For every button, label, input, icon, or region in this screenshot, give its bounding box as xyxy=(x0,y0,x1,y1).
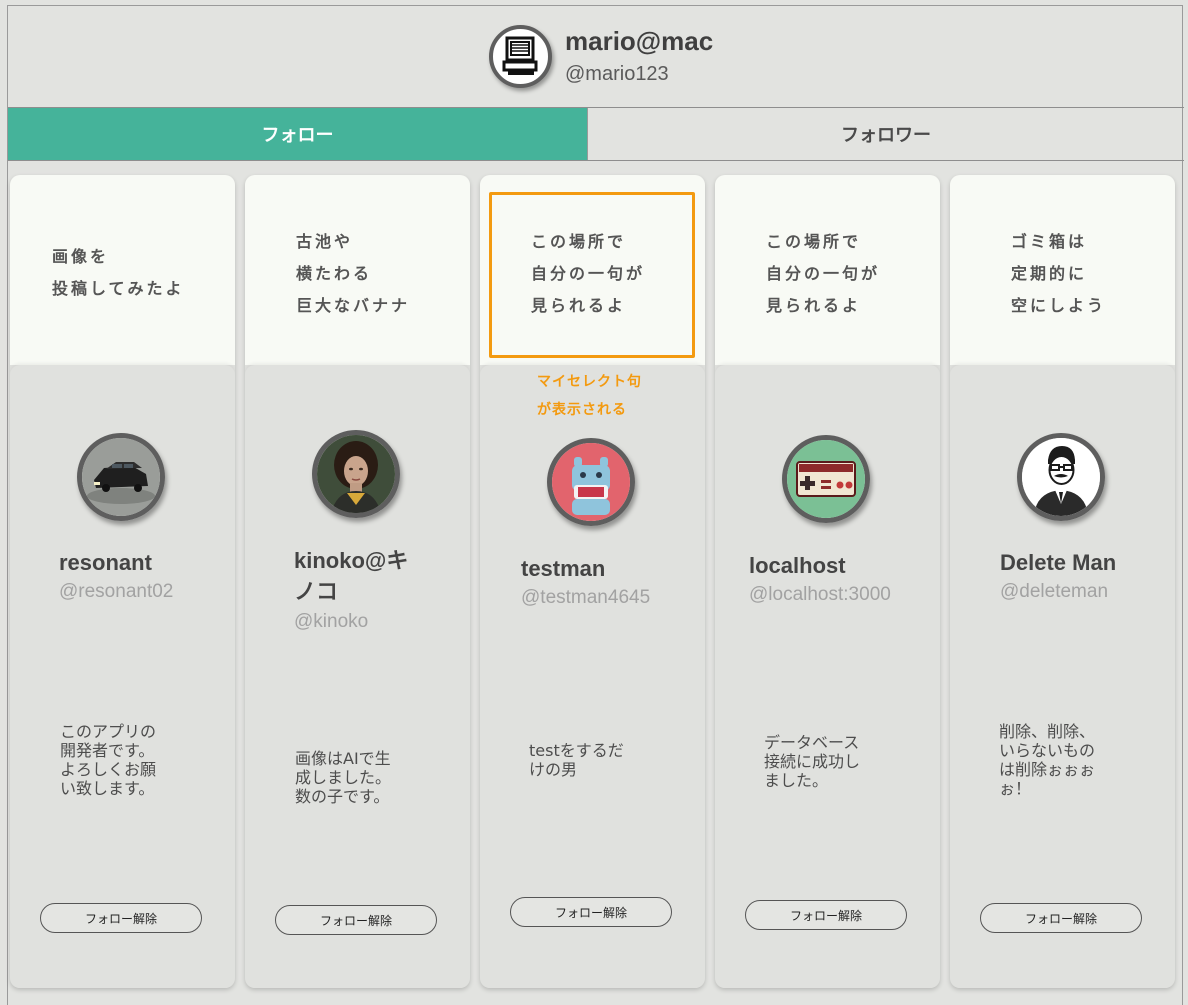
bio-line: は削除ぉぉぉ xyxy=(999,760,1096,779)
user-bio: データベース 接続に成功し ました。 xyxy=(764,733,884,790)
select-phrase: 画像を 投稿してみたよ xyxy=(52,241,185,305)
tab-follow[interactable]: フォロー xyxy=(8,108,587,160)
bio-line: 数の子です。 xyxy=(295,787,390,806)
user-name[interactable]: localhost xyxy=(749,550,846,581)
bio-line: よろしくお願 xyxy=(60,760,157,779)
phrase-line: 横たわる xyxy=(296,264,373,283)
user-avatar[interactable] xyxy=(782,435,870,523)
unfollow-button[interactable]: フォロー解除 xyxy=(40,903,202,933)
select-phrase-area: 画像を 投稿してみたよ xyxy=(10,175,235,365)
select-phrase: ゴミ箱は 定期的に 空にしよう xyxy=(1011,226,1106,322)
select-phrase-area: この場所で 自分の一句が 見られるよ xyxy=(715,175,940,365)
bio-line: いらないもの xyxy=(999,741,1096,760)
profile-header: mario@mac @mario123 xyxy=(8,6,1184,108)
phrase-line: この場所で xyxy=(766,232,862,251)
user-bio: testをするだ けの男 xyxy=(529,741,649,779)
annotation-line: が表示される xyxy=(537,402,627,418)
unfollow-button[interactable]: フォロー解除 xyxy=(510,897,672,927)
phrase-line: 見られるよ xyxy=(766,296,862,315)
profile-handle: @mario123 xyxy=(565,63,669,85)
user-bio: このアプリの 開発者です。 よろしくお願 い致します。 xyxy=(60,722,180,798)
phrase-line: 空にしよう xyxy=(1011,296,1107,315)
bio-line: 開発者です。 xyxy=(60,741,155,760)
follow-tabs: フォロー フォロワー xyxy=(8,108,1184,161)
user-handle: @resonant02 xyxy=(59,581,174,602)
annotation-line: マイセレクト句 xyxy=(537,374,642,390)
select-phrase-highlight xyxy=(489,192,695,358)
user-bio: 画像はAIで生 成しました。 数の子です。 xyxy=(295,749,415,806)
bio-line: けの男 xyxy=(529,760,578,779)
select-phrase-area: 古池や 横たわる 巨大なバナナ xyxy=(245,175,470,365)
phrase-line: 投稿してみたよ xyxy=(52,279,185,298)
user-name-line: ノコ xyxy=(294,579,339,604)
user-avatar[interactable] xyxy=(312,430,400,518)
profile-avatar[interactable] xyxy=(489,25,552,88)
bio-line: 成しました。 xyxy=(295,768,392,787)
phrase-line: 自分の一句が xyxy=(766,264,881,283)
user-name[interactable]: Delete Man xyxy=(1000,547,1116,578)
phrase-line: ゴミ箱は xyxy=(1011,232,1088,251)
user-avatar[interactable] xyxy=(547,438,635,526)
bio-line: 接続に成功し xyxy=(764,752,861,771)
user-avatar[interactable] xyxy=(1017,433,1105,521)
bio-line: い致します。 xyxy=(60,779,155,798)
select-phrase-area: ゴミ箱は 定期的に 空にしよう xyxy=(950,175,1175,365)
user-name-line: kinoko@キ xyxy=(294,548,409,573)
bio-line: 画像はAIで生 xyxy=(295,749,391,768)
user-card-deleteman: ゴミ箱は 定期的に 空にしよう Delete Man @deleteman 削除… xyxy=(950,175,1175,988)
man-suit-avatar xyxy=(1022,438,1100,516)
select-phrase: この場所で 自分の一句が 見られるよ xyxy=(766,226,880,322)
bio-line: ぉ！ xyxy=(999,779,1032,798)
user-bio: 削除、削除、 いらないもの は削除ぉぉぉ ぉ！ xyxy=(999,722,1119,798)
user-card-localhost: この場所で 自分の一句が 見られるよ localhost @localhost:… xyxy=(715,175,940,988)
unfollow-button[interactable]: フォロー解除 xyxy=(745,900,907,930)
bio-line: testをするだ xyxy=(529,741,624,760)
user-name[interactable]: testman xyxy=(521,553,605,584)
user-handle: @kinoko xyxy=(294,611,369,632)
phrase-line: 古池や xyxy=(296,232,354,251)
user-handle: @localhost:3000 xyxy=(749,584,891,605)
bio-line: データベース xyxy=(764,733,860,752)
hippo-avatar xyxy=(552,443,630,521)
phrase-line: 画像を xyxy=(52,247,110,266)
user-card-kinoko: 古池や 横たわる 巨大なバナナ kinoko@キ ノコ @kinoko 画像はA… xyxy=(245,175,470,988)
phrase-line: 巨大なバナナ xyxy=(296,296,411,315)
phrase-line: 定期的に xyxy=(1011,264,1088,283)
profile-name: mario@mac xyxy=(565,26,714,56)
user-handle: @testman4645 xyxy=(521,587,651,608)
user-name[interactable]: kinoko@キ ノコ xyxy=(294,545,408,607)
user-card-resonant: 画像を 投稿してみたよ resonant @resonant02 このアプリの … xyxy=(10,175,235,988)
bio-line: 削除、削除、 xyxy=(999,722,1096,741)
select-phrase-annotation: マイセレクト句 が表示される xyxy=(537,368,642,424)
game-controller-avatar xyxy=(787,440,865,518)
bio-line: ました。 xyxy=(764,771,829,790)
bio-line: このアプリの xyxy=(60,722,157,741)
woman-portrait-avatar xyxy=(317,435,395,513)
user-handle: @deleteman xyxy=(1000,581,1109,602)
tab-followers[interactable]: フォロワー xyxy=(587,108,1184,160)
retro-computer-icon xyxy=(502,36,538,75)
select-phrase: 古池や 横たわる 巨大なバナナ xyxy=(296,226,410,322)
user-name[interactable]: resonant xyxy=(59,547,152,578)
user-avatar[interactable] xyxy=(77,433,165,521)
unfollow-button[interactable]: フォロー解除 xyxy=(275,905,437,935)
unfollow-button[interactable]: フォロー解除 xyxy=(980,903,1142,933)
car-avatar xyxy=(82,438,160,516)
